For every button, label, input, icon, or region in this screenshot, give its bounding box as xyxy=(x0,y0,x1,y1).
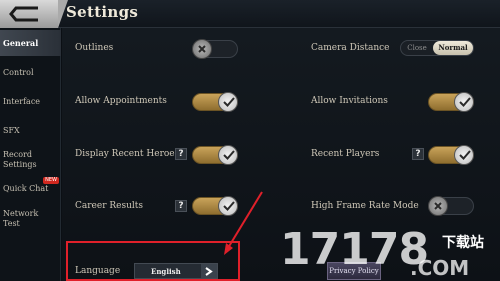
chevron-right-icon[interactable] xyxy=(201,264,217,278)
watermark-text: 下载站 xyxy=(442,235,484,251)
language-value: English xyxy=(151,267,181,276)
language-label: Language xyxy=(75,266,121,276)
language-selector[interactable]: English xyxy=(134,263,218,279)
watermark-logo: 17178 xyxy=(280,224,429,275)
watermark-domain: .COM xyxy=(410,256,470,280)
